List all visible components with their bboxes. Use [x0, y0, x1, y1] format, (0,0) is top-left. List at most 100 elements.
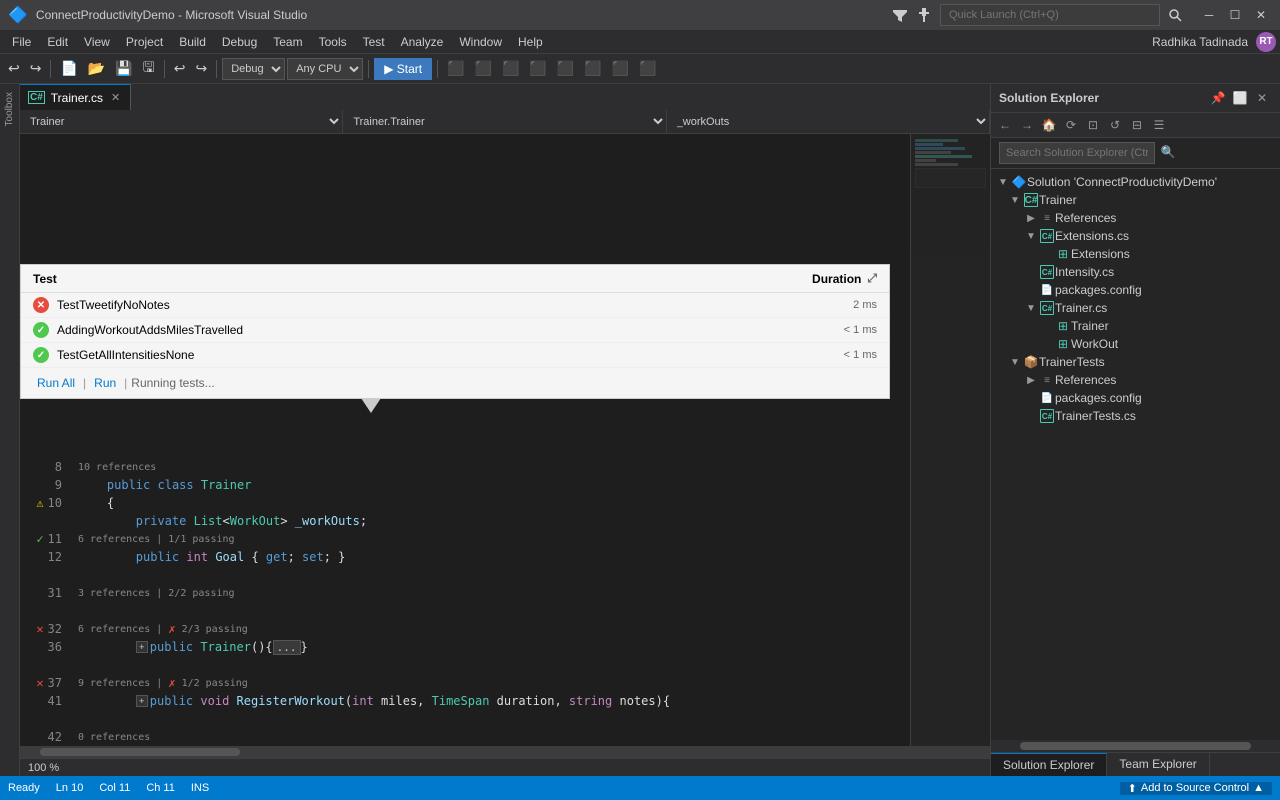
solution-expand-icon[interactable]: ▼: [995, 174, 1011, 190]
se-home-button[interactable]: 🏠: [1039, 115, 1059, 135]
test-row-1[interactable]: ✓ AddingWorkoutAddsMilesTravelled < 1 ms: [21, 318, 889, 343]
toolbar-btn3[interactable]: ⬛: [498, 57, 523, 81]
menu-analyze[interactable]: Analyze: [393, 33, 452, 51]
forward-button[interactable]: ↪: [26, 57, 46, 81]
status-bar: Ready Ln 10 Col 11 Ch 11 INS ⬆ Add to So…: [0, 776, 1280, 800]
menu-tools[interactable]: Tools: [311, 33, 355, 51]
ref2-expand-icon[interactable]: ▶: [1023, 372, 1039, 388]
toolbar-btn8[interactable]: ⬛: [635, 57, 660, 81]
menu-project[interactable]: Project: [118, 33, 171, 51]
menu-test[interactable]: Test: [355, 33, 393, 51]
tree-extensions-cs[interactable]: ▼ C# Extensions.cs: [991, 227, 1280, 245]
toolbar-btn2[interactable]: ⬛: [471, 57, 496, 81]
save-button[interactable]: 💾: [111, 57, 136, 81]
toolbar-btn4[interactable]: ⬛: [525, 57, 550, 81]
debug-config-dropdown[interactable]: Debug: [222, 58, 285, 80]
maximize-button[interactable]: ☐: [1224, 4, 1246, 26]
test-row-2[interactable]: ✓ TestGetAllIntensitiesNone < 1 ms: [21, 343, 889, 368]
tree-references-2[interactable]: ▶ ≡ References: [991, 371, 1280, 389]
toolbar-btn1[interactable]: ⬛: [443, 57, 468, 81]
se-search-input[interactable]: [999, 142, 1155, 164]
menu-view[interactable]: View: [76, 33, 118, 51]
trainer-cs-icon: C#: [1039, 300, 1055, 316]
se-sync-button[interactable]: ⟳: [1061, 115, 1081, 135]
menu-file[interactable]: File: [4, 33, 39, 51]
tree-trainertests-project[interactable]: ▼ 📦 TrainerTests: [991, 353, 1280, 371]
run-all-button[interactable]: Run All: [33, 374, 79, 392]
expand-btn-32[interactable]: +: [136, 641, 148, 653]
user-avatar: RT: [1256, 32, 1276, 52]
expand-btn-37[interactable]: +: [136, 695, 148, 707]
extensions-expand-icon[interactable]: ▼: [1023, 228, 1039, 244]
se-pin-button[interactable]: 📌: [1208, 88, 1228, 108]
se-refresh-button[interactable]: ↺: [1105, 115, 1125, 135]
tree-trainer-member[interactable]: ⊞ Trainer: [991, 317, 1280, 335]
toolbar-btn5[interactable]: ⬛: [553, 57, 578, 81]
tree-extensions-member[interactable]: ⊞ Extensions: [991, 245, 1280, 263]
se-scrollbar-thumb[interactable]: [1020, 742, 1251, 750]
run-button[interactable]: Run: [90, 374, 120, 392]
horizontal-scrollbar[interactable]: [20, 746, 990, 758]
se-search-button[interactable]: 🔍: [1158, 142, 1178, 162]
code-line-37: +public void RegisterWorkout(int miles, …: [70, 692, 990, 710]
se-close-button[interactable]: ✕: [1252, 88, 1272, 108]
se-collapse-button[interactable]: ⊟: [1127, 115, 1147, 135]
tab-solution-explorer[interactable]: Solution Explorer: [991, 753, 1107, 776]
redo-button[interactable]: ↪: [191, 57, 211, 81]
toolbox-label[interactable]: Toolbox: [4, 88, 15, 130]
tree-references-1[interactable]: ▶ ≡ References: [991, 209, 1280, 227]
test-row-0[interactable]: ✕ TestTweetifyNoNotes 2 ms: [21, 293, 889, 318]
se-maximize-button[interactable]: ⬜: [1230, 88, 1250, 108]
tab-trainer-cs[interactable]: C# Trainer.cs ✕: [20, 84, 131, 110]
trainer-expand-icon[interactable]: ▼: [1007, 192, 1023, 208]
test-footer: Run All | Run | Running tests...: [21, 368, 889, 398]
tree-trainertests-cs[interactable]: C# TrainerTests.cs: [991, 407, 1280, 425]
scrollbar-thumb[interactable]: [40, 748, 240, 756]
menu-build[interactable]: Build: [171, 33, 214, 51]
expand-icon[interactable]: ⤢: [867, 271, 877, 286]
se-filter-button[interactable]: ⊡: [1083, 115, 1103, 135]
tab-bar: C# Trainer.cs ✕: [20, 84, 990, 110]
close-button[interactable]: ✕: [1250, 4, 1272, 26]
menu-edit[interactable]: Edit: [39, 33, 76, 51]
code-line-41: [70, 710, 990, 728]
tree-trainer-project[interactable]: ▼ C# Trainer: [991, 191, 1280, 209]
popup-arrow: [361, 398, 381, 413]
se-back-button[interactable]: ←: [995, 115, 1015, 135]
variable-dropdown[interactable]: _workOuts: [667, 110, 990, 133]
tree-trainer-cs[interactable]: ▼ C# Trainer.cs: [991, 299, 1280, 317]
member-dropdown[interactable]: Trainer.Trainer: [343, 110, 666, 133]
toolbar-btn6[interactable]: ⬛: [580, 57, 605, 81]
menu-window[interactable]: Window: [451, 33, 510, 51]
toolbar-btn7[interactable]: ⬛: [608, 57, 633, 81]
tree-workout-member[interactable]: ⊞ WorkOut: [991, 335, 1280, 353]
ref-expand-icon[interactable]: ▶: [1023, 210, 1039, 226]
tab-team-explorer[interactable]: Team Explorer: [1107, 753, 1209, 776]
tab-close-button[interactable]: ✕: [109, 91, 122, 104]
minimize-button[interactable]: ─: [1198, 4, 1220, 26]
platform-dropdown[interactable]: Any CPU: [287, 58, 363, 80]
menu-team[interactable]: Team: [265, 33, 310, 51]
menu-help[interactable]: Help: [510, 33, 551, 51]
save-all-button[interactable]: 🖫: [139, 57, 159, 81]
open-file-button[interactable]: 📂: [84, 57, 109, 81]
intensity-expand-icon[interactable]: [1023, 264, 1039, 280]
class-dropdown[interactable]: Trainer: [20, 110, 343, 133]
trainertests-expand-icon[interactable]: ▼: [1007, 354, 1023, 370]
se-forward-button[interactable]: →: [1017, 115, 1037, 135]
trainer-cs-expand-icon[interactable]: ▼: [1023, 300, 1039, 316]
se-props-button[interactable]: ☰: [1149, 115, 1169, 135]
back-button[interactable]: ↩: [4, 57, 24, 81]
tree-packages-config-1[interactable]: 📄 packages.config: [991, 281, 1280, 299]
se-scrollbar[interactable]: [991, 740, 1280, 752]
tree-packages-config-2[interactable]: 📄 packages.config: [991, 389, 1280, 407]
tree-solution-root[interactable]: ▼ 🔷 Solution 'ConnectProductivityDemo': [991, 173, 1280, 191]
zoom-level[interactable]: 100 %: [28, 762, 59, 774]
menu-debug[interactable]: Debug: [214, 33, 265, 51]
add-to-source-control-button[interactable]: ⬆ Add to Source Control ▲: [1120, 782, 1272, 795]
quick-launch-input[interactable]: [940, 4, 1160, 26]
new-file-button[interactable]: 📄: [56, 57, 81, 81]
start-button[interactable]: ▶ Start: [374, 58, 432, 80]
tree-intensity-cs[interactable]: C# Intensity.cs: [991, 263, 1280, 281]
undo-button[interactable]: ↩: [170, 57, 190, 81]
